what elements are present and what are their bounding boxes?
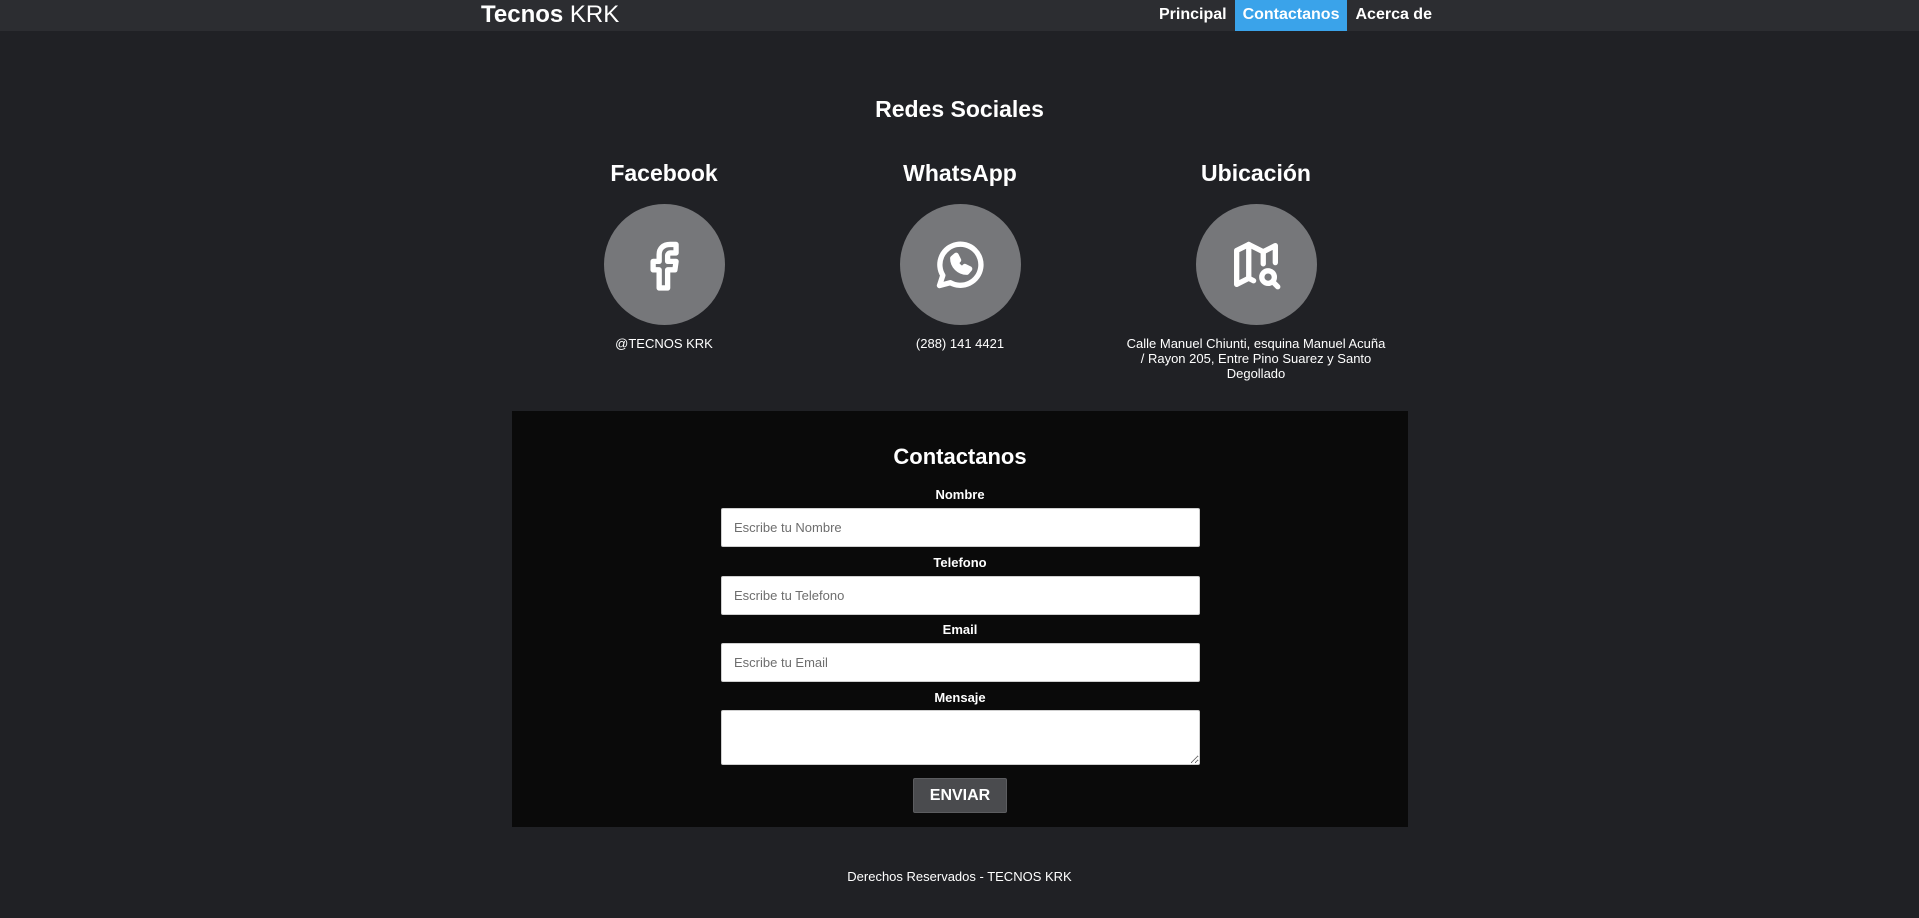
footer-copyright: Derechos Reservados - TECNOS KRK [847, 869, 1072, 884]
enviar-button[interactable]: ENVIAR [913, 778, 1007, 813]
whatsapp-button[interactable] [899, 204, 1021, 325]
contact-form-title: Contactanos [893, 444, 1027, 469]
email-label: Email [942, 622, 978, 637]
facebook-icon [650, 241, 679, 291]
location-address: Calle Manuel Chiunti, esquina Manuel Acu… [1126, 336, 1386, 381]
social-section-title: Redes Sociales [875, 96, 1044, 122]
brand-name-light: KRK [569, 1, 620, 28]
location-title: Ubicación [1201, 160, 1311, 186]
nav-link-acerca-de[interactable]: Acerca de [1347, 0, 1440, 31]
email-input[interactable] [721, 643, 1200, 682]
top-navbar: Tecnos KRK Principal Contactanos Acerca … [0, 0, 1919, 31]
contact-form-panel: Contactanos Nombre Telefono Email Mensaj… [512, 411, 1408, 827]
facebook-button[interactable] [603, 204, 725, 325]
whatsapp-icon [936, 241, 984, 288]
social-whatsapp: WhatsApp (288) 141 4421 [820, 158, 1100, 351]
mensaje-label: Mensaje [934, 690, 986, 705]
main-nav: Principal Contactanos Acerca de [1151, 0, 1440, 31]
telefono-label: Telefono [933, 555, 987, 570]
location-button[interactable] [1195, 204, 1317, 325]
facebook-handle: @TECNOS KRK [615, 336, 713, 351]
social-location: Ubicación Calle Manuel Chiunti, esquina … [1116, 158, 1396, 381]
brand-name-bold: Tecnos [481, 1, 564, 28]
mensaje-textarea[interactable] [721, 710, 1200, 765]
facebook-title: Facebook [610, 160, 718, 186]
whatsapp-title: WhatsApp [903, 160, 1017, 186]
nav-link-contactanos[interactable]: Contactanos [1234, 0, 1348, 31]
social-facebook: Facebook @TECNOS KRK [524, 158, 804, 351]
nav-link-principal[interactable]: Principal [1151, 0, 1235, 31]
brand-logo[interactable]: Tecnos KRK [481, 1, 619, 29]
nombre-label: Nombre [935, 487, 985, 502]
map-search-icon [1234, 241, 1281, 289]
nombre-input[interactable] [721, 508, 1200, 547]
whatsapp-number: (288) 141 4421 [915, 336, 1005, 351]
telefono-input[interactable] [721, 576, 1200, 615]
